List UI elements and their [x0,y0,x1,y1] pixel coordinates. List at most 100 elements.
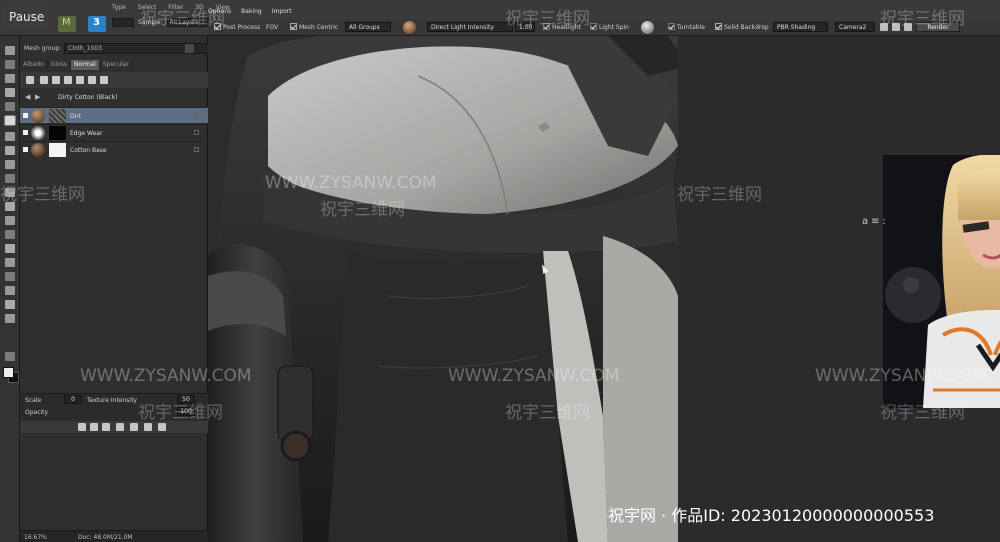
groups-select[interactable]: All Groups [345,22,391,32]
light-spin-label: Light Spin [599,24,629,31]
layer-mask-thumbnail [49,126,66,140]
opacity-label: Opacity [25,409,49,416]
turntable-checkbox[interactable] [668,23,675,30]
3d-viewport[interactable]: a≡: [208,36,1000,542]
layer-name: Cotton Base [70,147,107,154]
path-select-icon[interactable] [5,272,15,281]
mask-icon[interactable] [76,76,84,84]
zoom-tool-icon[interactable] [5,314,15,323]
lock-icon[interactable] [194,130,199,135]
mesh-group-label: Mesh group: [24,45,62,52]
layer-row-edge-wear[interactable]: Edge Wear [20,124,208,140]
brush-tool-icon[interactable] [5,146,15,155]
status-bar: 16.67% Doc: 48.0M/21.0M [20,530,208,542]
product-id-caption: 祝宇网 · 作品ID: 20230120000000000553 [608,506,935,525]
layer-row-cotton-base[interactable]: Cotton Base [20,141,208,157]
zoom-level: 16.67% [24,534,47,541]
layer-thumbnail [31,126,45,140]
reference-logo-text: a≡: [862,216,889,227]
fov-dropdown[interactable]: FOV [266,24,278,31]
layer-thumbnail [31,143,45,157]
breadcrumb-label: Dirty Cotton (Black) [58,94,118,101]
layer-toolbar [20,72,208,88]
watermark-cn: 祝宇三维网 [320,200,405,220]
breadcrumb: ◀ ▶ Dirty Cotton (Black) [20,92,208,104]
chevron-down-icon[interactable] [185,44,194,53]
quick-mask-icon[interactable] [5,352,15,361]
marquee-tool-icon[interactable] [5,60,15,69]
camera-select[interactable]: Camera2 [835,22,875,32]
pause-button[interactable]: Pause [2,6,48,28]
new-icon[interactable] [144,423,152,431]
menu-baking[interactable]: Baking [241,8,262,15]
adjust-icon[interactable] [88,76,96,84]
watermark-url: WWW.ZYSANW.COM [265,173,437,193]
material-icon[interactable] [64,76,72,84]
text-tool-icon[interactable] [5,258,15,267]
watermark-cn: 祝宇三维网 [138,403,223,423]
lasso-tool-icon[interactable] [5,74,15,83]
layer-name: Dirt [70,113,82,120]
fx-icon[interactable] [90,423,98,431]
light-intensity-field[interactable]: Direct Light Intensity [427,22,513,32]
layer-mask-thumbnail [49,143,66,157]
group-icon[interactable] [100,76,108,84]
watermark-cn: 祝宇三维网 [880,403,965,423]
magic-wand-icon[interactable] [5,88,15,97]
doc-size: Doc: 48.0M/21.0M [78,534,133,541]
healing-tool-icon[interactable] [5,132,15,141]
watermark-cn: 祝宇三维网 [880,9,965,29]
scale-field[interactable]: 0 [64,395,82,404]
fill-layer-icon[interactable] [52,76,60,84]
watermark-cn: 祝宇三维网 [0,185,85,205]
tab-albedo[interactable]: Albedo [20,60,48,70]
light-spin-checkbox[interactable] [590,23,597,30]
shape-tool-icon[interactable] [5,286,15,295]
stamp-tool-icon[interactable] [5,160,15,169]
tool-strip [0,36,20,542]
hand-tool-icon[interactable] [5,300,15,309]
watermark-cn: 祝宇三维网 [505,403,590,423]
mari-app-icon[interactable] [58,16,76,32]
size-stepper[interactable] [112,18,134,27]
mesh-centric-checkbox[interactable] [290,23,297,30]
solid-backdrop-checkbox[interactable] [715,23,722,30]
visibility-icon[interactable] [23,147,28,152]
blur-tool-icon[interactable] [5,216,15,225]
3d-app-icon[interactable] [88,16,106,32]
eyedropper-tool-icon[interactable] [4,115,16,126]
shading-select[interactable]: PBR Shading [773,22,828,32]
brush-icon[interactable] [116,423,124,431]
watermark-cn: 祝宇三维网 [140,9,225,29]
link-icon[interactable] [78,423,86,431]
visibility-icon[interactable] [23,130,28,135]
mesh-centric-label: Mesh Centric [299,24,339,31]
move-tool-icon[interactable] [5,46,15,55]
lock-icon[interactable] [194,113,199,118]
tab-specular[interactable]: Specular [100,60,133,70]
back-arrow-icon[interactable]: ◀ [25,94,31,101]
new-layer-icon[interactable] [40,76,48,84]
turntable-label: Turntable [677,24,705,31]
watermark-cn: 祝宇三维网 [677,185,762,205]
visibility-icon[interactable] [23,113,28,118]
env-sphere-icon[interactable] [641,21,654,34]
trash-icon[interactable] [158,423,166,431]
layer-row-dirt[interactable]: Dirt [20,107,208,123]
post-process-label: Post Process [223,24,261,31]
crop-tool-icon[interactable] [5,102,15,111]
lock-icon[interactable] [194,147,199,152]
folder-icon[interactable] [130,423,138,431]
pen-tool-icon[interactable] [5,244,15,253]
tab-normal[interactable]: Normal [71,60,100,70]
mask-add-icon[interactable] [102,423,110,431]
dodge-tool-icon[interactable] [5,230,15,239]
tab-gloss[interactable]: Gloss [48,60,72,70]
menu-import[interactable]: Import [272,8,292,15]
light-sphere-icon[interactable] [403,21,416,34]
menu-type[interactable]: Type [112,4,126,11]
import-icon[interactable] [26,76,34,84]
forward-arrow-icon[interactable]: ▶ [35,94,41,101]
watermark-url: WWW.ZYSANW.COM [80,366,252,386]
material-panel: Mesh group: Cloth_1003 Albedo Gloss Norm… [20,36,214,542]
